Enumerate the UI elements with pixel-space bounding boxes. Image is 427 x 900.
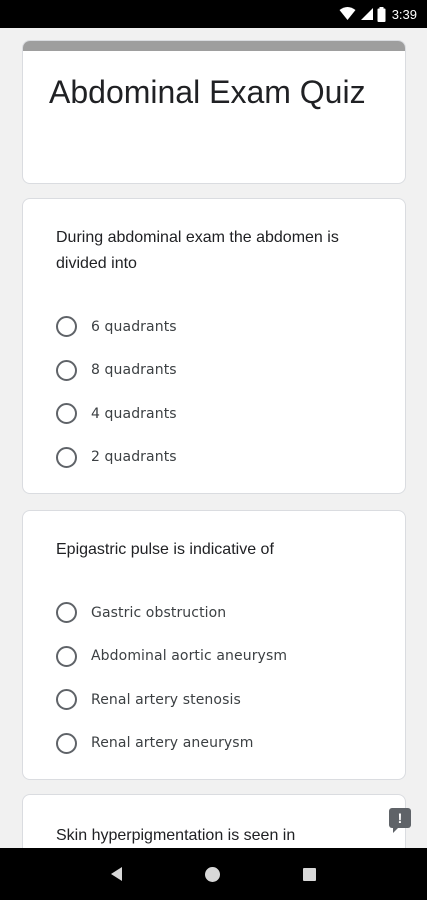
radio-button[interactable] — [56, 689, 77, 711]
radio-button[interactable] — [56, 403, 77, 425]
question-card: Epigastric pulse is indicative of Gastri… — [22, 510, 406, 780]
option-label: Gastric obstruction — [91, 604, 227, 621]
question-card: During abdominal exam the abdomen is div… — [22, 198, 406, 494]
back-icon[interactable] — [111, 867, 123, 881]
option-6-quadrants[interactable]: 6 quadrants — [56, 305, 405, 349]
question-card: Skin hyperpigmentation is seen in — [22, 794, 406, 848]
option-renal-artery-stenosis[interactable]: Renal artery stenosis — [56, 678, 405, 722]
option-abdominal-aortic-aneurysm[interactable]: Abdominal aortic aneurysm — [56, 635, 405, 679]
option-label: 6 quadrants — [91, 318, 177, 335]
form-content[interactable]: Abdominal Exam Quiz During abdominal exa… — [0, 28, 427, 848]
option-4-quadrants[interactable]: 4 quadrants — [56, 392, 405, 436]
home-icon[interactable] — [204, 866, 220, 882]
navigation-bar — [0, 848, 427, 900]
options-group: Gastric obstruction Abdominal aortic ane… — [23, 563, 405, 765]
question-text: Epigastric pulse is indicative of — [56, 541, 274, 558]
radio-button[interactable] — [56, 645, 77, 667]
feedback-icon[interactable]: ! — [389, 808, 411, 833]
status-time: 3:39 — [391, 6, 417, 22]
option-renal-artery-aneurysm[interactable]: Renal artery aneurysm — [56, 722, 405, 766]
option-label: Abdominal aortic aneurysm — [91, 648, 288, 665]
option-label: 4 quadrants — [91, 405, 177, 422]
option-label: Renal artery aneurysm — [91, 735, 254, 752]
option-label: 2 quadrants — [91, 449, 177, 466]
radio-button[interactable] — [56, 359, 77, 381]
option-label: Renal artery stenosis — [91, 691, 241, 708]
radio-button[interactable] — [56, 602, 77, 624]
header-stripe — [23, 41, 405, 51]
option-gastric-obstruction[interactable]: Gastric obstruction — [56, 591, 405, 635]
signal-icon — [360, 8, 373, 20]
radio-button[interactable] — [56, 732, 77, 754]
radio-button[interactable] — [56, 446, 77, 468]
option-label: 8 quadrants — [91, 362, 177, 379]
option-2-quadrants[interactable]: 2 quadrants — [56, 436, 405, 480]
status-bar: 3:39 — [0, 0, 427, 28]
options-group: 6 quadrants 8 quadrants 4 quadrants 2 qu… — [23, 277, 405, 479]
question-text: Skin hyperpigmentation is seen in — [56, 827, 296, 844]
battery-icon — [377, 6, 386, 22]
question-text: During abdominal exam the abdomen is div… — [56, 229, 339, 272]
option-8-quadrants[interactable]: 8 quadrants — [56, 349, 405, 393]
form-title-card: Abdominal Exam Quiz — [22, 40, 406, 184]
wifi-icon — [339, 7, 356, 20]
form-title: Abdominal Exam Quiz — [49, 74, 366, 110]
recent-apps-icon[interactable] — [302, 867, 316, 881]
radio-button[interactable] — [56, 316, 77, 338]
status-icons — [339, 6, 386, 22]
